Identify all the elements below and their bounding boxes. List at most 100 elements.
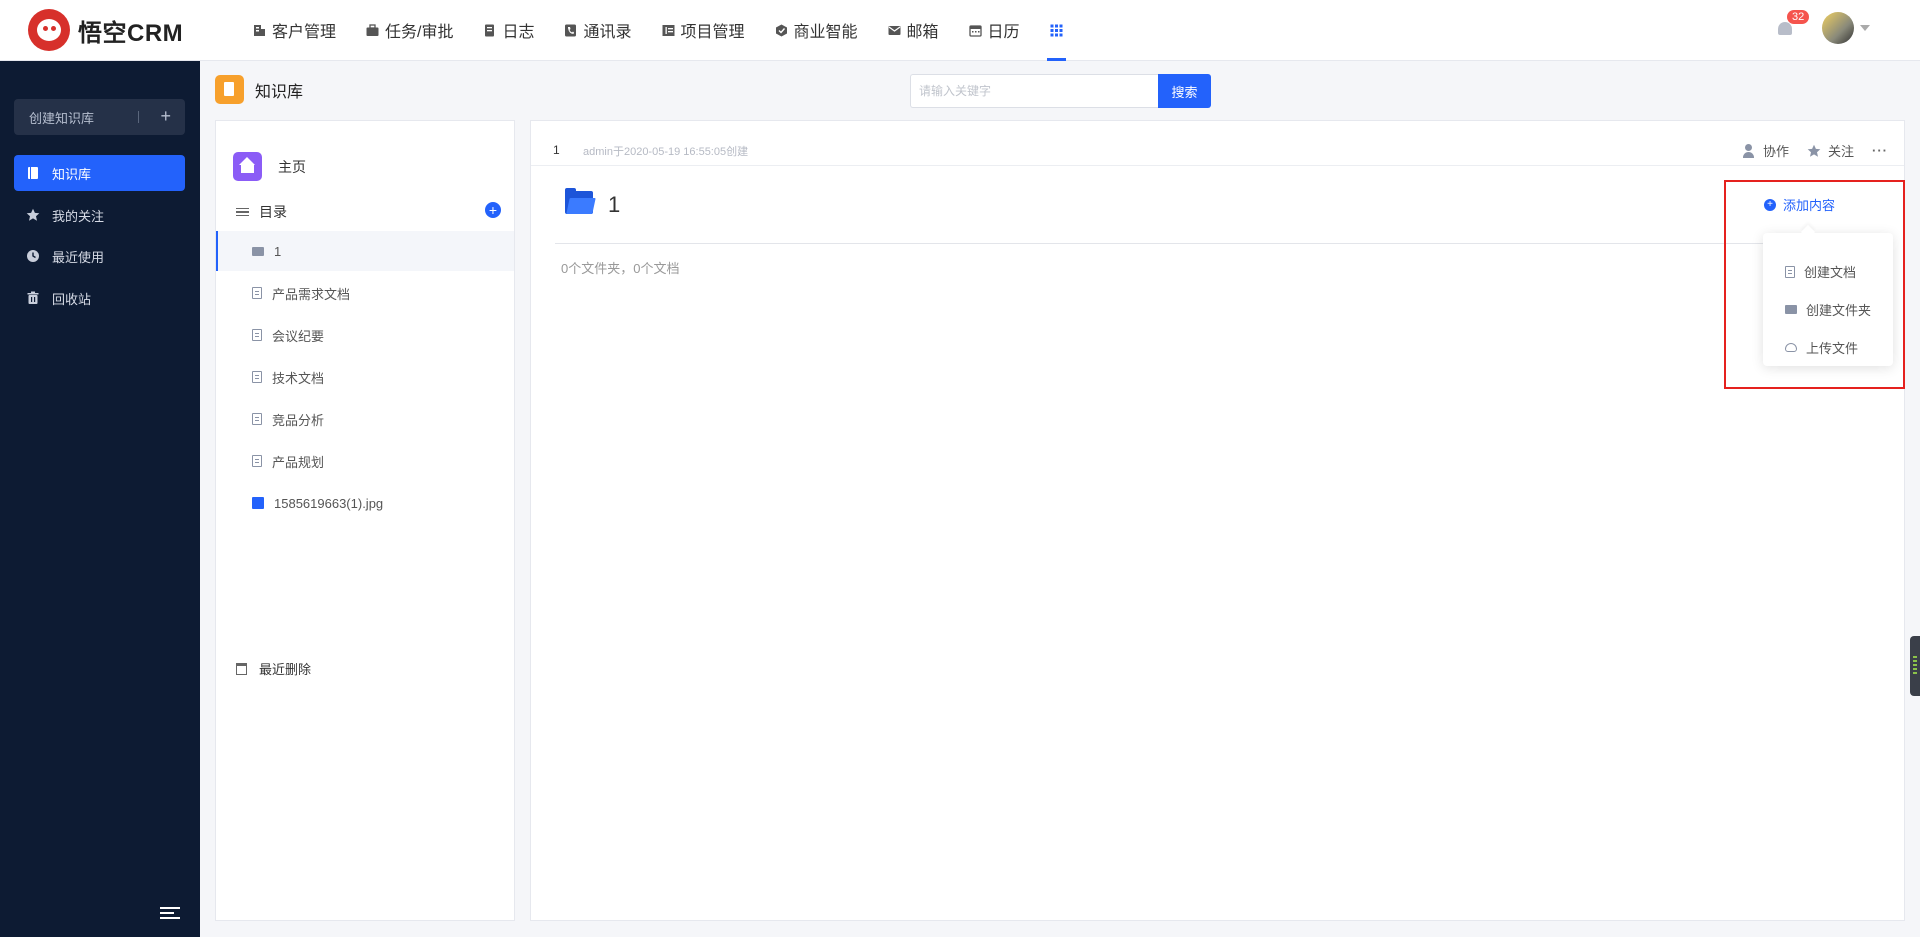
nav-label: 任务/审批 xyxy=(385,24,454,41)
sidebar-item-label: 最近使用 xyxy=(52,249,105,265)
tree-item-label: 1 xyxy=(274,243,282,259)
nav-calendar[interactable]: 日历 xyxy=(954,0,1035,61)
star-icon xyxy=(1807,144,1821,157)
nav-label: 通讯录 xyxy=(583,24,632,41)
add-directory-icon[interactable]: + xyxy=(485,202,501,218)
follow-label: 关注 xyxy=(1827,144,1854,159)
phone-book-icon xyxy=(565,24,577,36)
building-icon xyxy=(254,24,265,36)
search-bar: 搜索 xyxy=(910,74,1211,108)
folder-title: 1 xyxy=(608,192,621,217)
tree-item-doc[interactable]: 竞品分析 xyxy=(216,399,514,439)
log-icon xyxy=(485,24,495,36)
divider xyxy=(138,111,139,123)
nav-log[interactable]: 日志 xyxy=(468,0,549,61)
calendar-icon xyxy=(968,24,982,37)
created-meta: admin于2020-05-19 16:55:05创建 xyxy=(583,146,749,158)
sidebar-item-recycle-bin[interactable]: 回收站 xyxy=(14,280,185,316)
page-title: 知识库 xyxy=(255,83,304,101)
top-navbar: 悟空CRM 客户管理 任务/审批 日志 通讯录 项目管理 商业智能 邮箱 日历 … xyxy=(0,0,1920,61)
highlight-box xyxy=(1724,180,1905,389)
tree-item-label: 技术文档 xyxy=(272,370,325,386)
folder-icon xyxy=(252,246,264,256)
tree-item-label: 产品规划 xyxy=(272,454,325,470)
nav-mail[interactable]: 邮箱 xyxy=(873,0,954,61)
mail-icon xyxy=(888,25,901,35)
doc-icon xyxy=(252,371,262,383)
chevron-down-icon[interactable] xyxy=(1860,25,1870,31)
left-sidebar: 创建知识库 + 知识库 我的关注 最近使用 回收站 xyxy=(0,61,200,937)
tree-item-folder[interactable]: 1 xyxy=(216,231,514,271)
list-icon xyxy=(236,206,249,219)
search-button[interactable]: 搜索 xyxy=(1158,74,1211,108)
trash-icon xyxy=(27,291,39,304)
sidebar-item-my-follows[interactable]: 我的关注 xyxy=(14,197,185,233)
tree-item-label: 产品需求文档 xyxy=(272,286,351,302)
knowledge-base-icon xyxy=(215,75,244,104)
divider xyxy=(555,243,1885,244)
recent-deleted-label: 最近删除 xyxy=(259,662,312,677)
sidebar-item-label: 知识库 xyxy=(52,166,92,182)
collaborate-label: 协作 xyxy=(1762,144,1789,159)
folder-breadcrumb: 1 xyxy=(553,143,560,157)
create-knowledge-base-button[interactable]: 创建知识库 + xyxy=(14,99,185,135)
nav-customer-management[interactable]: 客户管理 xyxy=(238,0,351,61)
image-file-icon xyxy=(252,497,264,509)
nav-label: 日历 xyxy=(987,24,1020,41)
page-header: 知识库 xyxy=(215,75,303,104)
doc-icon xyxy=(252,455,262,467)
tree-item-image[interactable]: 1585619663(1).jpg xyxy=(216,483,514,523)
grid-apps-icon xyxy=(1050,24,1063,36)
nav-label: 商业智能 xyxy=(793,24,858,41)
side-drawer-handle[interactable] xyxy=(1910,636,1920,696)
collapse-sidebar-icon[interactable] xyxy=(160,907,180,921)
person-icon xyxy=(1742,143,1756,158)
monkey-logo-icon xyxy=(28,9,70,51)
follow-button[interactable]: 关注 xyxy=(1807,141,1854,160)
briefcase-icon xyxy=(366,23,379,36)
search-input[interactable] xyxy=(910,74,1158,108)
toc-header: 目录 + xyxy=(236,202,501,222)
home-icon xyxy=(233,152,262,181)
content-panel: 1 admin于2020-05-19 16:55:05创建 协作 关注 ··· … xyxy=(530,120,1905,921)
tree-item-doc[interactable]: 产品需求文档 xyxy=(216,273,514,313)
toc-label: 目录 xyxy=(259,204,287,220)
brand-name: 悟空CRM xyxy=(78,19,184,47)
create-kb-label: 创建知识库 xyxy=(29,110,95,126)
book-icon xyxy=(28,167,38,179)
tree-item-doc[interactable]: 产品规划 xyxy=(216,441,514,481)
directory-panel: 主页 目录 + 1 产品需求文档 会议纪要 技术文档 竞品分析 产品规划 158… xyxy=(215,120,515,921)
more-dots-icon: ··· xyxy=(1872,143,1888,158)
bi-icon xyxy=(775,24,787,36)
collaborate-button[interactable]: 协作 xyxy=(1742,141,1789,160)
tree-item-doc[interactable]: 会议纪要 xyxy=(216,315,514,355)
sidebar-item-recent[interactable]: 最近使用 xyxy=(14,238,185,274)
nav-label: 邮箱 xyxy=(906,24,939,41)
brand-logo[interactable]: 悟空CRM xyxy=(28,9,208,51)
nav-task-approval[interactable]: 任务/审批 xyxy=(351,0,468,61)
sidebar-item-knowledge-base[interactable]: 知识库 xyxy=(14,155,185,191)
tree-home[interactable]: 主页 xyxy=(233,152,306,181)
tree-item-label: 1585619663(1).jpg xyxy=(274,495,384,511)
tree-item-label: 会议纪要 xyxy=(272,328,325,344)
doc-icon xyxy=(252,329,262,341)
content-header: 1 admin于2020-05-19 16:55:05创建 协作 关注 ··· xyxy=(531,121,1904,166)
folder-stats: 0个文件夹，0个文档 xyxy=(561,261,680,276)
nav-project-management[interactable]: 项目管理 xyxy=(647,0,760,61)
main-nav: 客户管理 任务/审批 日志 通讯录 项目管理 商业智能 邮箱 日历 xyxy=(238,0,1078,61)
sidebar-item-label: 我的关注 xyxy=(52,208,105,224)
nav-contacts[interactable]: 通讯录 xyxy=(549,0,646,61)
tree-item-doc[interactable]: 技术文档 xyxy=(216,357,514,397)
tree-item-label: 竞品分析 xyxy=(272,412,325,428)
notification-bell-icon[interactable]: 32 xyxy=(1776,10,1810,38)
more-options-button[interactable]: ··· xyxy=(1872,143,1888,158)
folder-open-icon xyxy=(565,188,596,214)
nav-apps-grid[interactable] xyxy=(1035,0,1078,61)
nav-label: 项目管理 xyxy=(680,24,745,41)
recent-deleted-item[interactable]: 最近删除 xyxy=(236,659,311,678)
nav-business-intelligence[interactable]: 商业智能 xyxy=(760,0,873,61)
trash-icon xyxy=(236,662,247,675)
nav-label: 客户管理 xyxy=(272,24,337,41)
plus-icon[interactable]: + xyxy=(160,106,171,127)
user-avatar[interactable] xyxy=(1822,12,1854,44)
